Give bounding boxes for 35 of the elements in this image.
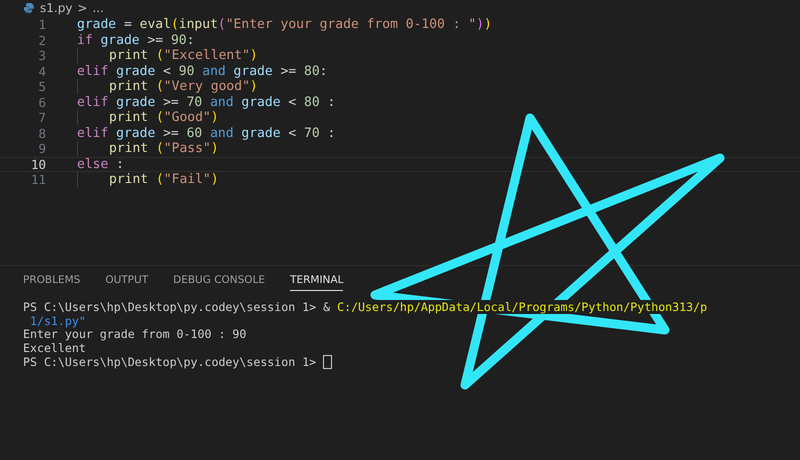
line-number: 6 — [37, 94, 46, 110]
panel-tab[interactable]: DEBUG CONSOLE — [173, 274, 266, 291]
terminal-line: 1/s1.py" — [28, 314, 87, 328]
line-number: 9 — [37, 141, 46, 156]
code-text: elif grade < 90 and grade >= 80: — [77, 64, 328, 79]
breadcrumb-more[interactable]: ... — [92, 1, 104, 15]
code-text: print ("Fail") — [109, 172, 219, 188]
terminal-line: Excellent — [23, 341, 87, 355]
code-text: elif grade >= 60 and grade < 70 : — [77, 126, 336, 141]
code-text: if grade >= 90: — [77, 32, 194, 48]
code-text: elif grade >= 70 and grade < 80 : — [77, 94, 336, 110]
line-number: 8 — [37, 126, 46, 141]
breadcrumb-file[interactable]: s1.py — [40, 1, 72, 15]
line-number: 7 — [37, 110, 46, 126]
python-file-icon — [23, 2, 35, 14]
panel-tab[interactable]: TERMINAL — [290, 274, 344, 291]
line-number: 10 — [30, 156, 46, 172]
code-text: print ("Excellent") — [109, 48, 258, 64]
code-text: grade = eval(input("Enter your grade from 0-100 : ")) — [77, 17, 492, 32]
terminal-line: PS C:\Users\hp\Desktop\py.codey\session 1> — [23, 354, 800, 368]
line-number: 4 — [37, 64, 46, 79]
line-number: 11 — [30, 172, 46, 188]
terminal-line: Enter your grade from 0-100 : 90 — [23, 327, 248, 342]
code-text: print ("Pass") — [109, 141, 219, 156]
code-text: print ("Good") — [109, 110, 219, 126]
line-number: 5 — [37, 79, 46, 94]
code-text: print ("Very good") — [109, 79, 258, 94]
line-number: 2 — [37, 32, 46, 48]
line-number: 1 — [37, 17, 46, 32]
panel-tab[interactable]: OUTPUT — [105, 274, 148, 291]
breadcrumb-separator: > — [77, 1, 88, 15]
line-number: 3 — [37, 48, 46, 64]
code-text: else : — [77, 156, 124, 172]
panel-tab[interactable]: PROBLEMS — [23, 274, 80, 291]
terminal-line: PS C:\Users\hp\Desktop\py.codey\session 1> & C:/Users/hp/AppData/Local/Programs/Python/Python313/p — [23, 300, 708, 314]
